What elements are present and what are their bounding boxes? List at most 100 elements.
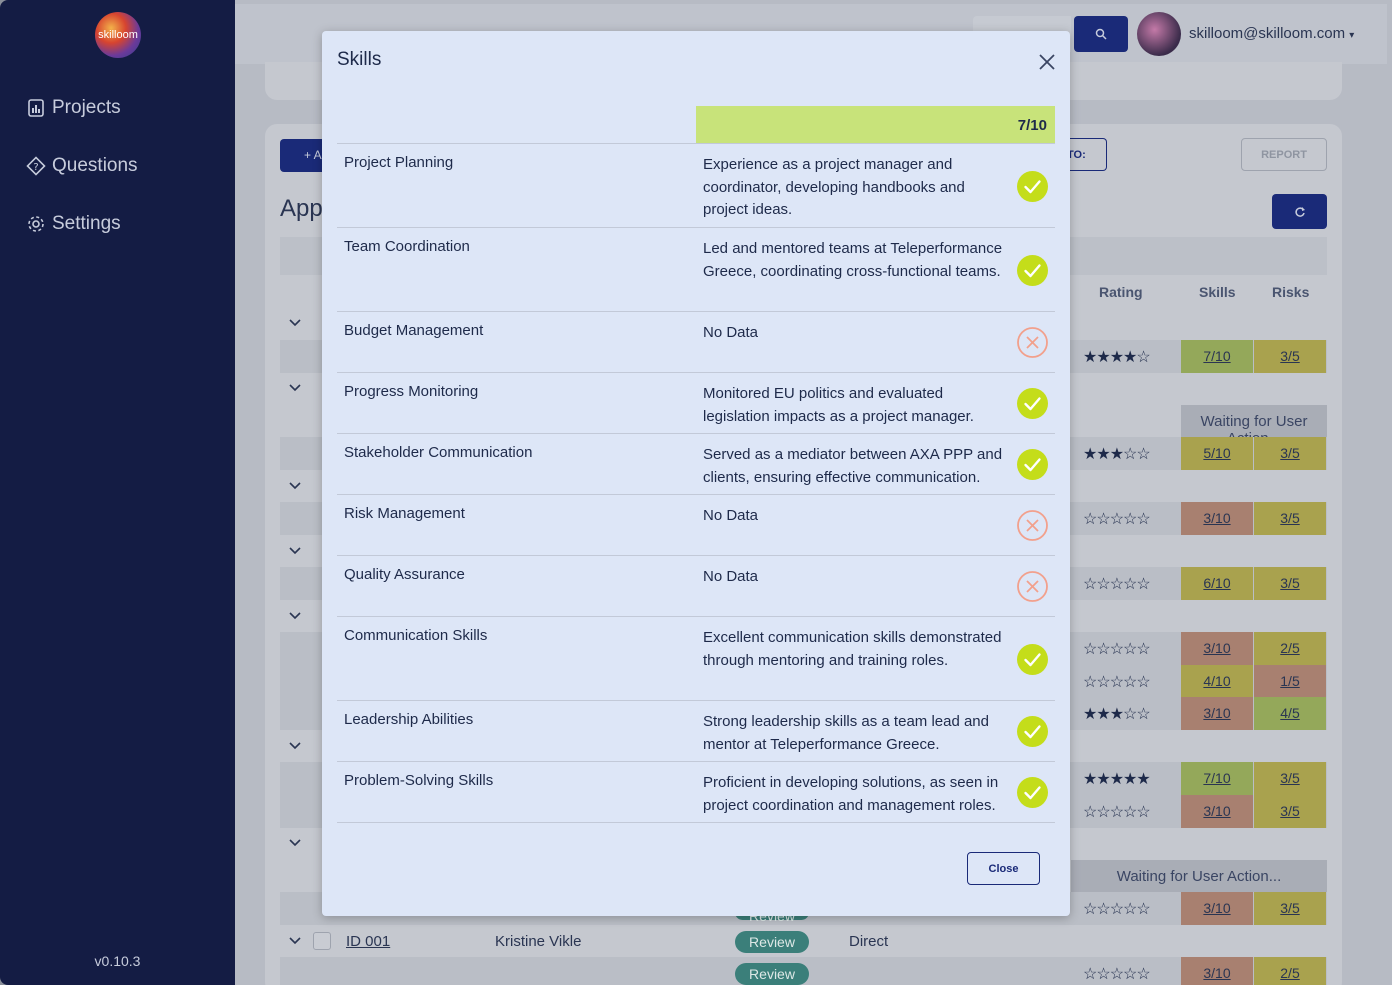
skills-score-link[interactable]: 6/10 bbox=[1181, 567, 1253, 600]
sidebar: skilloom Projects ? Questions Settings v… bbox=[0, 0, 235, 985]
skill-name: Budget Management bbox=[344, 322, 484, 339]
gear-icon bbox=[28, 216, 44, 232]
status-badge: Review bbox=[735, 931, 809, 953]
chevron-down-icon[interactable] bbox=[288, 479, 302, 493]
risks-score-link[interactable]: 3/5 bbox=[1254, 340, 1326, 373]
column-header-skills: Skills bbox=[1199, 284, 1236, 300]
report-button[interactable]: REPORT bbox=[1241, 138, 1327, 171]
close-icon[interactable] bbox=[1036, 51, 1058, 73]
sidebar-item-label: Questions bbox=[52, 155, 138, 176]
rating-stars: ☆☆☆☆☆ bbox=[1083, 674, 1151, 691]
skill-evidence: Served as a mediator between AXA PPP and… bbox=[703, 446, 1003, 486]
skills-score-link[interactable]: 3/10 bbox=[1181, 697, 1253, 730]
row-candidate-name: Kristine Vikle bbox=[495, 933, 582, 950]
question-diamond-icon: ? bbox=[26, 156, 46, 176]
skill-row: Team Coordination Led and mentored teams … bbox=[337, 228, 1055, 312]
chevron-down-icon[interactable] bbox=[288, 381, 302, 395]
risks-score-link[interactable]: 2/5 bbox=[1254, 632, 1326, 665]
rating-stars: ☆☆☆☆☆ bbox=[1083, 511, 1151, 528]
rating-stars: ★★★★☆ bbox=[1083, 349, 1151, 366]
chevron-down-icon[interactable] bbox=[288, 739, 302, 753]
rating-stars: ☆☆☆☆☆ bbox=[1083, 641, 1151, 658]
modal-title: Skills bbox=[337, 49, 382, 70]
skills-score-link[interactable]: 3/10 bbox=[1181, 957, 1253, 985]
skill-evidence: Excellent communication skills demonstra… bbox=[703, 629, 1002, 669]
risks-score-link[interactable]: 3/5 bbox=[1254, 567, 1326, 600]
skills-score-link[interactable]: 3/10 bbox=[1181, 632, 1253, 665]
svg-text:?: ? bbox=[33, 162, 38, 173]
check-circle-icon bbox=[1017, 643, 1048, 675]
skill-row: Risk Management No Data bbox=[337, 495, 1055, 556]
rating-stars: ★★★☆☆ bbox=[1083, 446, 1151, 463]
skill-evidence: Strong leadership skills as a team lead … bbox=[703, 713, 989, 753]
skills-score-link[interactable]: 5/10 bbox=[1181, 437, 1253, 470]
chevron-down-icon[interactable] bbox=[288, 544, 302, 558]
bar-chart-icon bbox=[28, 99, 44, 117]
skill-name: Quality Assurance bbox=[344, 566, 465, 583]
skills-score-link[interactable]: 3/10 bbox=[1181, 892, 1253, 925]
skills-score-link[interactable]: 7/10 bbox=[1181, 762, 1253, 795]
row-type: Direct bbox=[849, 933, 889, 950]
logo-text: skilloom bbox=[98, 29, 138, 41]
date-to-button[interactable]: TO: bbox=[1067, 138, 1107, 171]
rating-stars: ★★★★★ bbox=[1083, 771, 1151, 788]
skill-row: Leadership Abilities Strong leadership sk… bbox=[337, 701, 1055, 762]
sidebar-item-projects[interactable]: Projects bbox=[26, 97, 121, 119]
chevron-down-icon[interactable] bbox=[288, 836, 302, 850]
skill-row: Project Planning Experience as a project … bbox=[337, 144, 1055, 228]
skills-score-link[interactable]: 3/10 bbox=[1181, 502, 1253, 535]
row-checkbox[interactable] bbox=[313, 932, 331, 950]
chevron-down-icon[interactable] bbox=[288, 934, 302, 948]
row-id-link[interactable]: ID 001 bbox=[346, 933, 390, 950]
skill-evidence: Proficient in developing solutions, as s… bbox=[703, 774, 999, 814]
cross-circle-icon bbox=[1017, 327, 1048, 358]
sidebar-item-questions[interactable]: ? Questions bbox=[26, 155, 138, 177]
risks-score-link[interactable]: 3/5 bbox=[1254, 502, 1326, 535]
risks-score-link[interactable]: 3/5 bbox=[1254, 892, 1326, 925]
risks-score-link[interactable]: 3/5 bbox=[1254, 762, 1326, 795]
skill-evidence: Experience as a project manager and coor… bbox=[703, 156, 965, 218]
skill-row: Communication Skills Excellent communicat… bbox=[337, 617, 1055, 701]
check-circle-icon bbox=[1017, 388, 1048, 419]
risks-score-link[interactable]: 4/5 bbox=[1254, 697, 1326, 730]
cross-circle-icon bbox=[1017, 510, 1048, 541]
sidebar-item-settings[interactable]: Settings bbox=[26, 213, 121, 235]
skill-evidence: No Data bbox=[703, 507, 759, 524]
refresh-button[interactable] bbox=[1272, 194, 1327, 229]
skill-evidence: Led and mentored teams at Teleperformanc… bbox=[703, 240, 1003, 280]
search-button[interactable] bbox=[1074, 16, 1128, 52]
skill-row: Problem-Solving Skills Proficient in deve… bbox=[337, 762, 1055, 823]
skill-evidence: No Data bbox=[703, 324, 759, 341]
chevron-down-icon[interactable] bbox=[288, 316, 302, 330]
page-title: App bbox=[280, 195, 323, 222]
sidebar-item-label: Settings bbox=[52, 213, 121, 234]
check-circle-icon bbox=[1017, 449, 1048, 480]
skill-row: Stakeholder Communication Served as a med… bbox=[337, 434, 1055, 495]
skills-score-link[interactable]: 4/10 bbox=[1181, 665, 1253, 698]
close-button[interactable]: Close bbox=[967, 852, 1040, 885]
column-header-risks: Risks bbox=[1272, 284, 1310, 300]
risks-score-link[interactable]: 3/5 bbox=[1254, 437, 1326, 470]
app-logo[interactable]: skilloom bbox=[95, 12, 141, 58]
risks-score-link[interactable]: 1/5 bbox=[1254, 665, 1326, 698]
avatar[interactable] bbox=[1137, 12, 1181, 56]
rating-stars: ☆☆☆☆☆ bbox=[1083, 576, 1151, 593]
sidebar-item-label: Projects bbox=[52, 97, 121, 118]
risks-score-link[interactable]: 3/5 bbox=[1254, 795, 1326, 828]
skill-row: Quality Assurance No Data bbox=[337, 556, 1055, 617]
rating-stars: ☆☆☆☆☆ bbox=[1083, 966, 1151, 983]
check-circle-icon bbox=[1017, 777, 1048, 808]
chevron-down-icon[interactable] bbox=[288, 609, 302, 623]
skill-name: Communication Skills bbox=[344, 627, 488, 644]
skills-modal: Skills 7/10 Project Planning Experience a… bbox=[322, 31, 1070, 916]
skills-score-header: 7/10 bbox=[696, 106, 1055, 144]
risks-score-link[interactable]: 2/5 bbox=[1254, 957, 1326, 985]
skill-name: Stakeholder Communication bbox=[344, 444, 533, 461]
skill-row: Progress Monitoring Monitored EU politics… bbox=[337, 373, 1055, 434]
skills-score-link[interactable]: 3/10 bbox=[1181, 795, 1253, 828]
rating-stars: ★★★☆☆ bbox=[1083, 706, 1151, 723]
user-menu[interactable]: skilloom@skilloom.com ▾ bbox=[1189, 25, 1354, 42]
skills-score-link[interactable]: 7/10 bbox=[1181, 340, 1253, 373]
refresh-icon bbox=[1294, 206, 1305, 217]
skill-name: Progress Monitoring bbox=[344, 383, 479, 400]
